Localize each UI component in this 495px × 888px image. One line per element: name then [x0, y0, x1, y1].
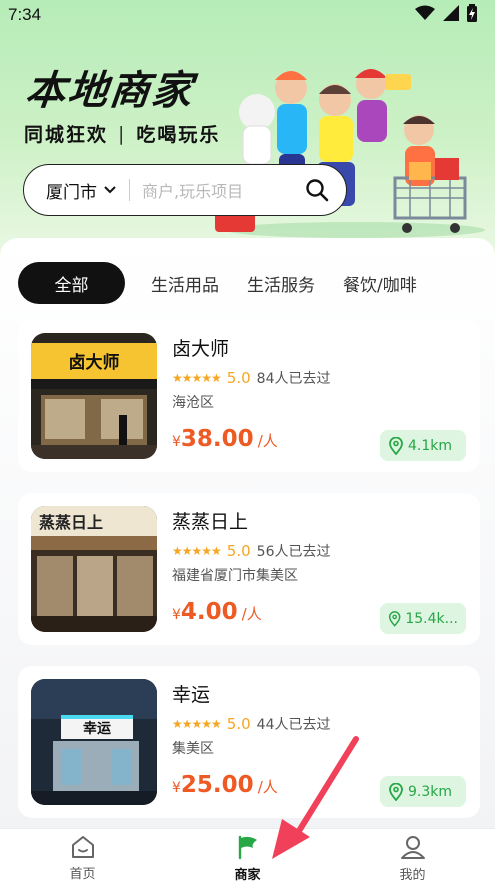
status-bar: 7:34: [0, 0, 495, 30]
distance-badge[interactable]: 4.1km: [380, 430, 466, 461]
rating-score: 5.0: [226, 715, 251, 733]
bottom-navigation: 首页 商家 我的: [0, 828, 495, 888]
visit-count: 84人已去过: [256, 371, 331, 387]
merchant-area: 海沧区: [172, 395, 214, 411]
search-input[interactable]: 商户,玩乐项目: [142, 178, 302, 202]
price-currency: ¥: [172, 434, 181, 450]
distance-badge[interactable]: 15.4k...: [380, 603, 466, 634]
distance-text: 4.1km: [408, 437, 453, 454]
sign-text: 卤大师: [69, 352, 120, 373]
rating-stars: ★★★★★: [172, 544, 222, 558]
price-amount: 25.00: [180, 772, 254, 798]
price-currency: ¥: [172, 607, 181, 623]
price-amount: 4.00: [180, 599, 238, 625]
merchant-rating: ★★★★★ 5.0 44人已去过: [172, 714, 330, 734]
search-button[interactable]: [302, 175, 332, 205]
status-time: 7:34: [8, 5, 42, 24]
distance-badge[interactable]: 9.3km: [380, 776, 466, 807]
rating-score: 5.0: [226, 369, 251, 387]
signal-icon: [443, 4, 459, 26]
price-amount: 38.00: [180, 426, 254, 452]
user-icon: [400, 836, 425, 859]
merchant-name: 卤大师: [172, 338, 230, 360]
tab-all[interactable]: 全部: [18, 262, 125, 304]
merchant-area: 福建省厦门市集美区: [172, 568, 298, 584]
tab-daily-goods[interactable]: 生活用品: [137, 262, 233, 304]
hero-sub-left: 同城狂欢: [24, 124, 109, 146]
merchant-name: 蒸蒸日上: [172, 511, 249, 533]
merchant-price: ¥ 4.00 /人: [172, 599, 262, 625]
location-pin-icon: [389, 436, 403, 455]
merchant-photo: 蒸蒸日上: [31, 506, 157, 632]
merchant-card[interactable]: 蒸蒸日上 蒸蒸日上 ★★★★★ 5.0 56人已去过 福建省厦门市集美区 ¥ 4…: [18, 493, 480, 645]
merchant-rating: ★★★★★ 5.0 84人已去过: [172, 368, 330, 388]
distance-text: 15.4k...: [405, 610, 458, 627]
search-icon: [306, 179, 329, 202]
hero-subtitle: 同城狂欢 | 吃喝玩乐: [24, 120, 220, 147]
nav-profile-label: 我的: [399, 868, 426, 883]
rating-stars: ★★★★★: [172, 717, 222, 731]
nav-home-label: 首页: [69, 867, 96, 882]
merchant-photo: 卤大师: [31, 333, 157, 459]
nav-merchants-label: 商家: [234, 868, 261, 883]
annotation-arrow: [272, 736, 359, 859]
price-currency: ¥: [172, 780, 181, 796]
city-selector[interactable]: 厦门市: [46, 178, 117, 203]
city-label: 厦门市: [46, 182, 97, 203]
merchant-photo: 幸运: [31, 679, 157, 805]
rating-stars: ★★★★★: [172, 371, 222, 385]
flag-icon: [238, 835, 257, 860]
merchant-rating: ★★★★★ 5.0 56人已去过: [172, 541, 330, 561]
merchant-card[interactable]: 卤大师 卤大师 ★★★★★ 5.0 84人已去过 海沧区 ¥ 38.00 /人 …: [18, 320, 480, 472]
home-icon: [71, 836, 94, 858]
rating-score: 5.0: [226, 542, 251, 560]
merchant-price: ¥ 38.00 /人: [172, 426, 278, 452]
visit-count: 56人已去过: [256, 544, 331, 560]
search-bar[interactable]: 厦门市 商户,玩乐项目: [23, 164, 347, 216]
tab-life-services[interactable]: 生活服务: [233, 262, 329, 304]
price-unit: /人: [257, 432, 278, 450]
merchant-name: 幸运: [172, 684, 211, 706]
merchant-area: 集美区: [172, 741, 214, 757]
hero-title: 本地商家: [23, 68, 196, 114]
visit-count: 44人已去过: [256, 717, 331, 733]
location-pin-icon: [388, 610, 401, 627]
wifi-icon: [415, 5, 435, 26]
hero-sub-separator: |: [118, 122, 127, 145]
category-tabs: 全部 生活用品 生活服务 餐饮/咖啡: [18, 262, 495, 304]
nav-home[interactable]: 首页: [0, 829, 165, 888]
price-unit: /人: [241, 605, 262, 623]
sign-text: 幸运: [83, 720, 111, 737]
tab-food-coffee[interactable]: 餐饮/咖啡: [329, 262, 431, 304]
distance-text: 9.3km: [408, 783, 453, 800]
sign-text: 蒸蒸日上: [39, 513, 103, 532]
merchant-card[interactable]: 幸运 幸运 ★★★★★ 5.0 44人已去过 集美区 ¥ 25.00 /人 9.…: [18, 666, 480, 818]
location-pin-icon: [389, 782, 403, 801]
search-divider: [129, 179, 130, 201]
chevron-down-icon: [103, 180, 117, 200]
content-panel: 全部 生活用品 生活服务 餐饮/咖啡 卤大师 卤大师 ★★★★★ 5.0 84人…: [0, 238, 495, 828]
battery-icon: [467, 3, 477, 27]
